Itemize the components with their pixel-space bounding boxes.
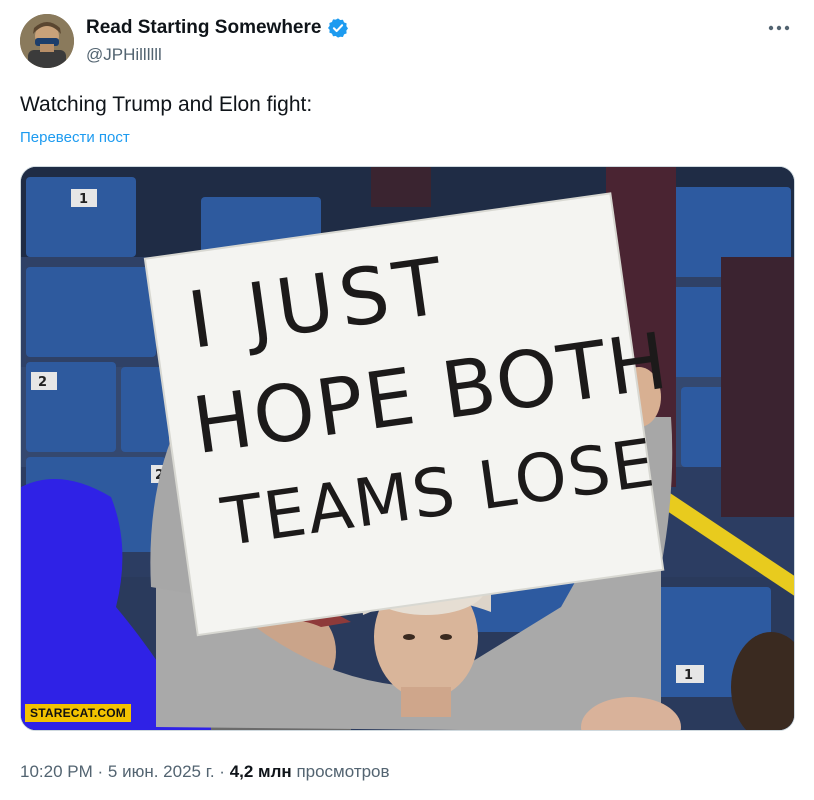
meta-separator: · [97,762,104,781]
more-dots-icon [768,25,790,31]
seat-number: 1 [684,668,693,683]
seat-number: 1 [79,192,88,207]
author-name-text[interactable]: Read Starting Somewhere [86,17,321,39]
verified-badge-icon [328,18,349,38]
translate-post-link[interactable]: Перевести пост [20,129,130,146]
views-label: просмотров [296,762,390,781]
author-name[interactable]: Read Starting Somewhere [86,17,349,39]
watermark: STARECAT.COM [25,704,131,722]
tweet-text: Watching Trump and Elon fight: [20,93,313,116]
tweet: Read Starting Somewhere @JPHillllll Watc… [0,0,814,800]
seat-number: 2 [38,375,47,390]
post-date[interactable]: 5 июн. 2025 г. [108,762,215,781]
avatar[interactable] [20,14,74,68]
meta-separator: · [219,762,225,781]
post-time[interactable]: 10:20 PM [20,762,93,781]
post-image[interactable]: 1 2 2 1 1 [20,166,795,731]
post-meta: 10:20 PM · 5 июн. 2025 г. · 4,2 млн прос… [20,762,390,782]
author-handle[interactable]: @JPHillllll [86,45,162,65]
more-options-button[interactable] [766,18,792,38]
views-count: 4,2 млн [229,762,292,781]
